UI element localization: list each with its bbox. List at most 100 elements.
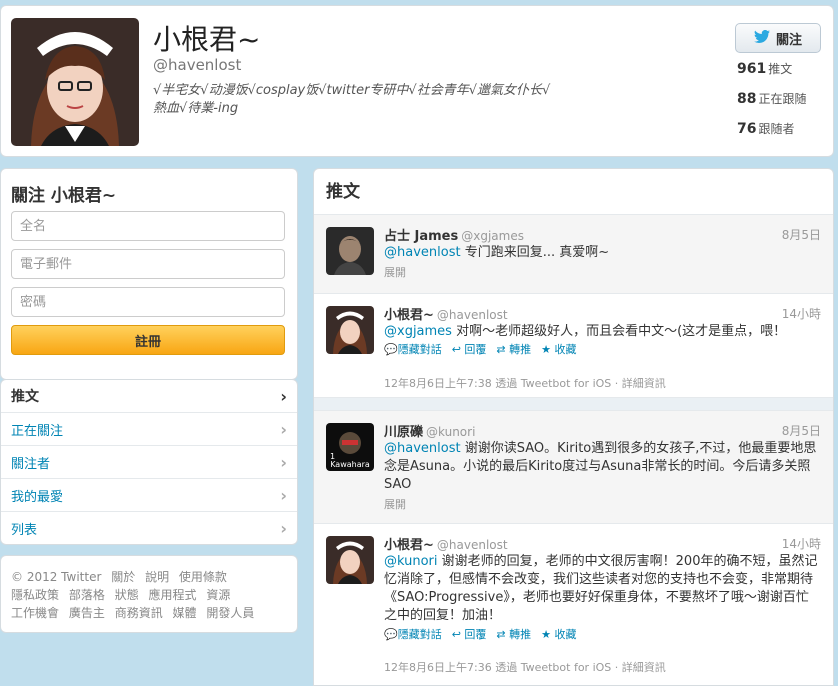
tweet-meta[interactable]: 12年8月6日上午7:38 透過 Tweetbot for iOS · 詳細資訊 bbox=[384, 375, 666, 391]
stat-count: 961 bbox=[737, 61, 767, 77]
tweet-timestamp[interactable]: 14小時 bbox=[782, 305, 821, 322]
retweet-icon: ⇄ bbox=[496, 343, 510, 356]
conversation-icon: 💬 bbox=[384, 343, 398, 356]
tweet-author-handle[interactable]: @havenlost bbox=[437, 308, 508, 322]
tweet-timestamp[interactable]: 8月5日 bbox=[782, 226, 821, 243]
tweet-item[interactable]: 小根君~ @havenlost 14小時 @kunori 谢谢老师的回复，老师的中… bbox=[314, 524, 833, 685]
retweet-button[interactable]: ⇄ 轉推 bbox=[496, 626, 531, 642]
tweet-expand-link[interactable]: 展開 bbox=[384, 496, 406, 512]
nav-item-favorites[interactable]: 我的最愛 › bbox=[1, 479, 297, 512]
hide-conversation-button[interactable]: 💬隱藏對話 bbox=[384, 626, 442, 642]
tweet-mention[interactable]: @kunori bbox=[384, 554, 438, 569]
action-label: 回覆 bbox=[464, 343, 487, 356]
tweet-text: @havenlost 专门跑来回复... 真爱啊~ bbox=[384, 244, 821, 262]
footer-link[interactable]: 工作機會 bbox=[11, 606, 59, 620]
tweet-actions: 💬隱藏對話 ↩ 回覆 ⇄ 轉推 ★ 收藏 bbox=[384, 341, 577, 357]
profile-handle: @havenlost bbox=[153, 56, 242, 74]
tweet-author-name[interactable]: 小根君~ bbox=[384, 538, 434, 553]
tweet-mention[interactable]: @havenlost bbox=[384, 245, 461, 260]
stat-tweets[interactable]: 961 推文 bbox=[737, 60, 792, 77]
tweet-mention[interactable]: @xgjames bbox=[384, 324, 452, 339]
tweet-author-name[interactable]: 占士 James bbox=[384, 229, 458, 244]
tweet-author-name[interactable]: 小根君~ bbox=[384, 308, 434, 323]
footer-link[interactable]: 商務資訊 bbox=[115, 606, 163, 620]
stat-count: 76 bbox=[737, 121, 757, 137]
action-label: 收藏 bbox=[554, 628, 577, 641]
svg-text:1: 1 bbox=[330, 452, 335, 461]
nav-item-followers[interactable]: 關注者 › bbox=[1, 446, 297, 479]
tweet-avatar[interactable] bbox=[326, 306, 374, 354]
footer-link[interactable]: 狀態 bbox=[115, 588, 139, 602]
fullname-field[interactable] bbox=[11, 211, 285, 241]
email-field[interactable] bbox=[11, 249, 285, 279]
stat-following[interactable]: 88 正在跟随 bbox=[737, 90, 807, 107]
favorite-button[interactable]: ★ 收藏 bbox=[541, 341, 576, 357]
footer-link[interactable]: 開發人員 bbox=[206, 606, 254, 620]
reply-icon: ↩ bbox=[451, 628, 465, 641]
profile-avatar[interactable] bbox=[11, 18, 139, 146]
nav-item-label: 列表 bbox=[11, 523, 38, 538]
conversation-icon: 💬 bbox=[384, 628, 398, 641]
reply-button[interactable]: ↩ 回覆 bbox=[452, 341, 487, 357]
password-field[interactable] bbox=[11, 287, 285, 317]
tweet-item[interactable]: 占士 James @xgjames 8月5日 @havenlost 专门跑来回复.… bbox=[314, 215, 833, 294]
tweet-avatar[interactable] bbox=[326, 227, 374, 275]
tweet-body: 对啊～老师超级好人，而且会看中文～(这才是重点，喂！ bbox=[451, 324, 787, 339]
tweet-body: 谢谢老师的回复，老师的中文很厉害啊！200年的确不短，虽然记忆消除了，但感情不会… bbox=[384, 554, 818, 623]
hide-conversation-button[interactable]: 💬隱藏對話 bbox=[384, 341, 442, 357]
signup-button[interactable]: 註冊 bbox=[11, 325, 285, 355]
favorite-button[interactable]: ★ 收藏 bbox=[541, 626, 576, 642]
tweet-author-handle[interactable]: @xgjames bbox=[461, 229, 524, 243]
tweet-item[interactable]: Kawahara 1 川原礫 @kunori 8月5日 @havenlost 谢谢你… bbox=[314, 411, 833, 524]
avatar-caption: Kawahara bbox=[330, 460, 370, 469]
tweet-author-handle[interactable]: @kunori bbox=[426, 425, 475, 439]
tweet-author-name[interactable]: 川原礫 bbox=[384, 425, 423, 440]
tweet-meta[interactable]: 12年8月6日上午7:36 透過 Tweetbot for iOS · 詳細資訊 bbox=[384, 659, 666, 675]
retweet-button[interactable]: ⇄ 轉推 bbox=[496, 341, 531, 357]
tweet-avatar[interactable] bbox=[326, 536, 374, 584]
footer-link[interactable]: 關於 bbox=[111, 570, 135, 584]
chevron-right-icon: › bbox=[280, 519, 287, 538]
profile-nav: 推文 › 正在關注 › 關注者 › 我的最愛 › 列表 › bbox=[0, 379, 298, 545]
twitter-bird-icon bbox=[753, 29, 770, 47]
footer-link[interactable]: 資源 bbox=[206, 588, 230, 602]
nav-item-lists[interactable]: 列表 › bbox=[1, 512, 297, 544]
tweet-author-handle[interactable]: @havenlost bbox=[437, 538, 508, 552]
chevron-right-icon: › bbox=[280, 452, 287, 472]
tweet-text: @havenlost 谢谢你读SAO。Kirito遇到很多的女孩子,不过，他最重… bbox=[384, 440, 821, 494]
footer-link[interactable]: 部落格 bbox=[69, 588, 105, 602]
tweet-timestamp[interactable]: 8月5日 bbox=[782, 422, 821, 439]
tweet-mention[interactable]: @havenlost bbox=[384, 441, 461, 456]
tweet-body: 专门跑来回复... 真爱啊~ bbox=[460, 245, 610, 260]
stat-label: 正在跟随 bbox=[758, 92, 807, 106]
action-label: 轉推 bbox=[509, 628, 532, 641]
tweet-text: @xgjames 对啊～老师超级好人，而且会看中文～(这才是重点，喂！ bbox=[384, 323, 821, 341]
nav-item-label: 推文 bbox=[11, 389, 39, 405]
stat-followers[interactable]: 76 跟随者 bbox=[737, 120, 795, 137]
follow-button-label: 關注 bbox=[775, 32, 802, 48]
tweet-avatar[interactable]: Kawahara 1 bbox=[326, 423, 374, 471]
footer-link[interactable]: 應用程式 bbox=[149, 588, 197, 602]
footer: © 2012 Twitter 關於 說明 使用條款 隱私政策 部落格 狀態 應用… bbox=[0, 555, 298, 633]
tweet-timestamp[interactable]: 14小時 bbox=[782, 535, 821, 552]
follow-button[interactable]: 關注 bbox=[735, 23, 821, 53]
nav-item-following[interactable]: 正在關注 › bbox=[1, 413, 297, 446]
footer-link[interactable]: 使用條款 bbox=[179, 570, 227, 584]
stat-label: 推文 bbox=[768, 62, 793, 76]
conversation-divider bbox=[314, 398, 833, 411]
profile-bio: √半宅女√动漫饭√cosplay饭√twitter专研中√社会青年√邋氣女仆长√… bbox=[153, 82, 573, 118]
timeline-title: 推文 bbox=[314, 169, 833, 215]
footer-link[interactable]: 媒體 bbox=[173, 606, 197, 620]
star-icon: ★ bbox=[541, 343, 555, 356]
profile-header: 小根君~ @havenlost √半宅女√动漫饭√cosplay饭√twitte… bbox=[0, 5, 834, 157]
chevron-right-icon: › bbox=[280, 485, 287, 505]
footer-link[interactable]: 隱私政策 bbox=[11, 588, 59, 602]
footer-link[interactable]: 說明 bbox=[145, 570, 169, 584]
profile-name: 小根君~ bbox=[153, 23, 261, 56]
nav-item-tweets[interactable]: 推文 › bbox=[1, 380, 297, 413]
reply-button[interactable]: ↩ 回覆 bbox=[452, 626, 487, 642]
footer-link[interactable]: 廣告主 bbox=[69, 606, 105, 620]
chevron-right-icon: › bbox=[280, 419, 287, 439]
tweet-item[interactable]: 小根君~ @havenlost 14小時 @xgjames 对啊～老师超级好人，而… bbox=[314, 294, 833, 398]
tweet-expand-link[interactable]: 展開 bbox=[384, 264, 406, 280]
